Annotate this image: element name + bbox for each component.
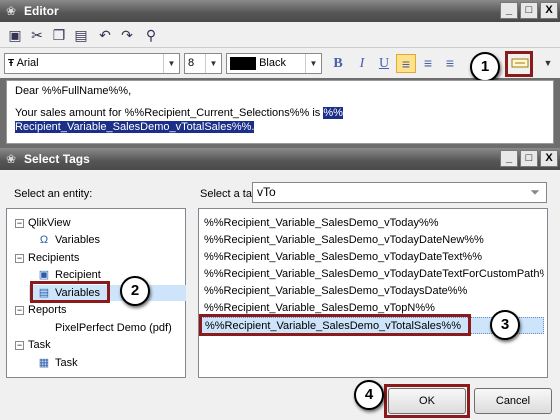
find-icon[interactable]: ⚲ (142, 26, 160, 44)
font-color-value: Black (259, 57, 286, 69)
task-icon: ▦ (38, 357, 50, 369)
list-item[interactable]: %%Recipient_Variable_SalesDemo_vTodayDat… (199, 232, 544, 249)
highlight-selected-tag (199, 314, 471, 336)
color-swatch (230, 56, 256, 70)
tree-node-task[interactable]: ▦ Task (37, 355, 78, 371)
editor-line-1: Dear %%FullName%%, (15, 85, 132, 97)
font-size-value: 8 (188, 57, 195, 69)
editor-title: Editor (24, 4, 59, 18)
font-name-value: Arial (16, 57, 39, 69)
chevron-down-icon: ▼ (163, 54, 179, 73)
dialog-titlebar[interactable]: ❀ Select Tags _ □ X (0, 148, 560, 170)
collapse-icon[interactable]: − (15, 305, 24, 315)
collapse-icon[interactable]: − (15, 218, 24, 228)
tree-node-recipients[interactable]: − Recipients (15, 250, 79, 266)
select-tags-dialog: ❀ Select Tags _ □ X Select an entity: Se… (0, 148, 560, 420)
font-size-select[interactable]: 8 ▼ (184, 53, 222, 74)
highlight-insert-tag (505, 51, 533, 77)
bold-button[interactable]: B (328, 54, 348, 73)
tag-list: %%Recipient_Variable_SalesDemo_vToday%% … (198, 208, 548, 378)
editor-toolbar: ▣ ✂ ❐ ▤ ↶ ↷ ⚲ (0, 22, 560, 48)
cancel-button[interactable]: Cancel (474, 388, 552, 414)
maximize-button[interactable]: □ (520, 150, 538, 167)
list-item[interactable]: %%Recipient_Variable_SalesDemo_vToday%% (199, 215, 544, 232)
chevron-down-icon: ▼ (305, 54, 321, 73)
editor-line-2: Your sales amount for %%Recipient_Curren… (15, 107, 343, 119)
chevron-down-icon: ▼ (205, 54, 221, 73)
minimize-button[interactable]: _ (500, 2, 518, 19)
list-item[interactable]: %%Recipient_Variable_SalesDemo_vTodaysDa… (199, 283, 544, 300)
tree-node-qlikview[interactable]: − QlikView (15, 215, 71, 231)
selected-text: %% (323, 107, 343, 119)
callout-2: 2 (120, 276, 150, 306)
tree-node-task-group[interactable]: − Task (15, 337, 51, 353)
copy-icon[interactable]: ❐ (50, 26, 68, 44)
selected-text: Recipient_Variable_SalesDemo_vTotalSales… (15, 121, 255, 133)
underline-button[interactable]: U (374, 54, 394, 73)
undo-icon[interactable]: ↶ (96, 26, 114, 44)
callout-4: 4 (354, 380, 384, 410)
app-icon: ❀ (6, 152, 17, 166)
save-icon[interactable]: ▣ (6, 26, 24, 44)
align-center-icon[interactable]: ≡ (418, 54, 438, 73)
font-type-icon: Ŧ (8, 58, 15, 69)
omega-icon: Ω (39, 234, 49, 246)
redo-icon[interactable]: ↷ (118, 26, 136, 44)
tree-node-variables[interactable]: Ω Variables (37, 232, 100, 248)
highlight-ok-button (384, 384, 470, 418)
dialog-title: Select Tags (24, 152, 90, 166)
minimize-button[interactable]: _ (500, 150, 518, 167)
callout-1: 1 (470, 52, 500, 82)
editor-titlebar[interactable]: ❀ Editor _ □ X (0, 0, 560, 22)
align-right-icon[interactable]: ≡ (440, 54, 460, 73)
italic-button[interactable]: I (352, 54, 372, 73)
list-item[interactable]: %%Recipient_Variable_SalesDemo_vTodayDat… (199, 266, 544, 283)
font-name-select[interactable]: Ŧ Arial ▼ (4, 53, 180, 74)
close-button[interactable]: X (540, 150, 558, 167)
cut-icon[interactable]: ✂ (28, 26, 46, 44)
toolbar-overflow-icon[interactable]: ▼ (538, 54, 558, 73)
highlight-variables-node (30, 281, 110, 303)
list-item[interactable]: %%Recipient_Variable_SalesDemo_vTodayDat… (199, 249, 544, 266)
filter-icon[interactable]: ⏷ (527, 184, 543, 200)
paste-icon[interactable]: ▤ (72, 26, 90, 44)
align-left-icon[interactable]: ≡ (396, 54, 416, 73)
close-button[interactable]: X (540, 2, 558, 19)
font-color-select[interactable]: Black ▼ (226, 53, 322, 74)
editor-text-area[interactable]: Dear %%FullName%%, Your sales amount for… (6, 80, 554, 144)
collapse-icon[interactable]: − (15, 253, 24, 263)
app-icon: ❀ (6, 4, 17, 18)
maximize-button[interactable]: □ (520, 2, 538, 19)
tree-node-pixelperfect[interactable]: PixelPerfect Demo (pdf) (37, 320, 172, 336)
tag-filter-input[interactable]: vTo ⏷ (252, 182, 547, 203)
entity-label: Select an entity: (14, 188, 93, 200)
callout-3: 3 (490, 310, 520, 340)
collapse-icon[interactable]: − (15, 340, 24, 350)
tag-filter-value: vTo (257, 185, 276, 199)
tree-node-reports[interactable]: − Reports (15, 302, 67, 318)
